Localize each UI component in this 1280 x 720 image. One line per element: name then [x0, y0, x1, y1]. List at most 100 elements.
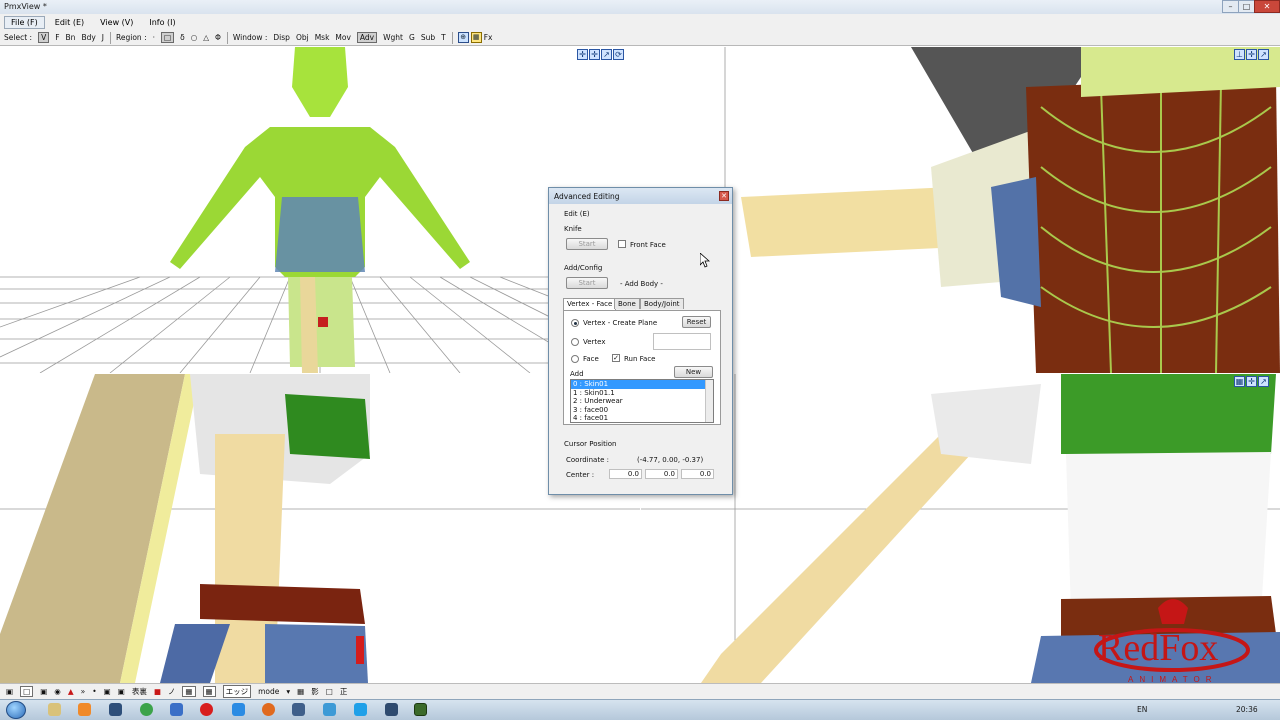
- bone-icon[interactable]: ▣: [118, 687, 125, 696]
- view-mode-icon[interactable]: □: [20, 686, 34, 697]
- explorer-icon[interactable]: [48, 703, 61, 716]
- list-item[interactable]: 2 : Underwear: [571, 397, 713, 406]
- center-x-field[interactable]: 0.0: [609, 469, 642, 479]
- no-button[interactable]: ノ: [168, 686, 176, 697]
- front-face-checkbox[interactable]: [618, 240, 626, 248]
- rotate-mode-icon[interactable]: ⊕: [457, 32, 469, 43]
- new-button[interactable]: New: [674, 366, 713, 378]
- mesh-icon[interactable]: ▦: [182, 686, 196, 697]
- center-z-field[interactable]: 0.0: [681, 469, 714, 479]
- menu-view[interactable]: View (V): [94, 17, 139, 28]
- window-obj-button[interactable]: Obj: [296, 33, 309, 42]
- red-square-icon[interactable]: ■: [154, 687, 161, 696]
- menu-info[interactable]: Info (I): [143, 17, 181, 28]
- window-t-button[interactable]: T: [441, 33, 446, 42]
- skype-icon[interactable]: [354, 703, 367, 716]
- vertex-radio[interactable]: [571, 338, 579, 346]
- window-msk-button[interactable]: Msk: [315, 33, 330, 42]
- mesh-icon[interactable]: ▦: [202, 686, 216, 697]
- edge-toggle[interactable]: エッジ: [222, 685, 252, 698]
- start-button[interactable]: [6, 701, 26, 719]
- frame-icon[interactable]: □: [326, 687, 333, 696]
- select-face-button[interactable]: F: [55, 33, 59, 42]
- dialog-titlebar[interactable]: Advanced Editing ✕: [549, 188, 732, 204]
- zoom-icon[interactable]: ↗: [1258, 49, 1269, 60]
- view-mode-icon[interactable]: ▣: [40, 687, 47, 696]
- select-joint-button[interactable]: J: [102, 33, 104, 42]
- viewport-front[interactable]: ✛ ✛ ↗ ⟳: [0, 47, 640, 373]
- region-point-button[interactable]: ·: [153, 33, 155, 42]
- green-icon[interactable]: ▣: [104, 687, 111, 696]
- dialog-close-button[interactable]: ✕: [719, 191, 729, 201]
- app-icon[interactable]: [323, 703, 336, 716]
- viewport-back[interactable]: ⊥ ✛ ↗: [641, 47, 1280, 373]
- reset-button[interactable]: Reset: [682, 316, 711, 328]
- rotate-icon[interactable]: ⟳: [613, 49, 624, 60]
- select-body-button[interactable]: Bdy: [81, 33, 95, 42]
- grid-mode-icon[interactable]: ▦: [470, 32, 482, 43]
- window-wght-button[interactable]: Wght: [383, 33, 403, 42]
- dialog-edit-menu[interactable]: Edit (E): [564, 210, 590, 218]
- view-mode-icon[interactable]: ▣: [6, 687, 13, 696]
- dot-icon[interactable]: •: [92, 687, 96, 696]
- menu-edit[interactable]: Edit (E): [49, 17, 90, 28]
- list-item[interactable]: 4 : face01: [571, 414, 713, 422]
- chrome-icon[interactable]: [140, 703, 153, 716]
- list-item[interactable]: 0 : Skin01: [571, 380, 713, 389]
- front-view-toggle[interactable]: 正: [340, 686, 348, 697]
- app-icon[interactable]: [109, 703, 122, 716]
- run-face-checkbox[interactable]: ✓: [612, 354, 620, 362]
- app-icon[interactable]: [170, 703, 183, 716]
- target-icon[interactable]: ◉: [54, 687, 61, 696]
- grid-icon[interactable]: ▦: [1234, 376, 1245, 387]
- clock[interactable]: 20:36: [1236, 705, 1258, 714]
- front-back-toggle[interactable]: 表裏: [132, 686, 147, 697]
- vertex-input[interactable]: [653, 333, 711, 350]
- region-triangle-button[interactable]: △: [203, 33, 209, 42]
- axis-icon[interactable]: ⊥: [1234, 49, 1245, 60]
- zoom-icon[interactable]: ↗: [1258, 376, 1269, 387]
- move-icon[interactable]: ✛: [589, 49, 600, 60]
- language-indicator[interactable]: EN: [1137, 705, 1147, 714]
- pan-icon[interactable]: ✛: [577, 49, 588, 60]
- region-phi-button[interactable]: Φ: [215, 33, 221, 42]
- opera-icon[interactable]: [200, 703, 213, 716]
- vertex-create-plane-radio[interactable]: [571, 319, 579, 327]
- select-bone-button[interactable]: Bn: [66, 33, 76, 42]
- menu-file[interactable]: File (F): [4, 15, 45, 29]
- shadow-toggle[interactable]: 影: [311, 686, 319, 697]
- viewport-side[interactable]: [0, 374, 640, 683]
- select-vertex-button[interactable]: V: [38, 32, 50, 43]
- pmxview-task-icon[interactable]: [414, 703, 427, 716]
- firefox-icon[interactable]: [262, 703, 275, 716]
- window-disp-button[interactable]: Disp: [273, 33, 290, 42]
- media-icon[interactable]: [78, 703, 91, 716]
- list-item[interactable]: 3 : face00: [571, 406, 713, 415]
- mode-dropdown[interactable]: ▾: [286, 687, 290, 696]
- addconfig-start-button[interactable]: Start: [566, 277, 608, 289]
- tab-vertex-face[interactable]: Vertex - Face: [563, 298, 617, 310]
- tab-body-joint[interactable]: Body/Joint: [640, 298, 684, 309]
- window-adv-button[interactable]: Adv: [356, 32, 378, 43]
- move-icon[interactable]: ✛: [1246, 376, 1257, 387]
- listbox-scrollbar[interactable]: [705, 380, 713, 422]
- window-sub-button[interactable]: Sub: [421, 33, 435, 42]
- app-icon[interactable]: [232, 703, 245, 716]
- window-mov-button[interactable]: Mov: [335, 33, 351, 42]
- triangle-icon[interactable]: ▲: [68, 687, 74, 696]
- fx-button[interactable]: Fx: [484, 33, 493, 42]
- zoom-icon[interactable]: ↗: [601, 49, 612, 60]
- maximize-button[interactable]: □: [1238, 0, 1255, 13]
- region-circle-button[interactable]: ○: [191, 33, 198, 42]
- app-icon[interactable]: [292, 703, 305, 716]
- shade-icon[interactable]: ▦: [297, 687, 304, 696]
- window-g-button[interactable]: G: [409, 33, 415, 42]
- face-radio[interactable]: [571, 355, 579, 363]
- knife-start-button[interactable]: Start: [566, 238, 608, 250]
- material-listbox[interactable]: 0 : Skin01 1 : Skin01.1 2 : Underwear 3 …: [570, 379, 714, 423]
- arrow-icon[interactable]: »: [81, 687, 86, 696]
- center-y-field[interactable]: 0.0: [645, 469, 678, 479]
- tab-bone[interactable]: Bone: [614, 298, 640, 309]
- minimize-button[interactable]: –: [1222, 0, 1239, 13]
- close-button[interactable]: ✕: [1254, 0, 1280, 13]
